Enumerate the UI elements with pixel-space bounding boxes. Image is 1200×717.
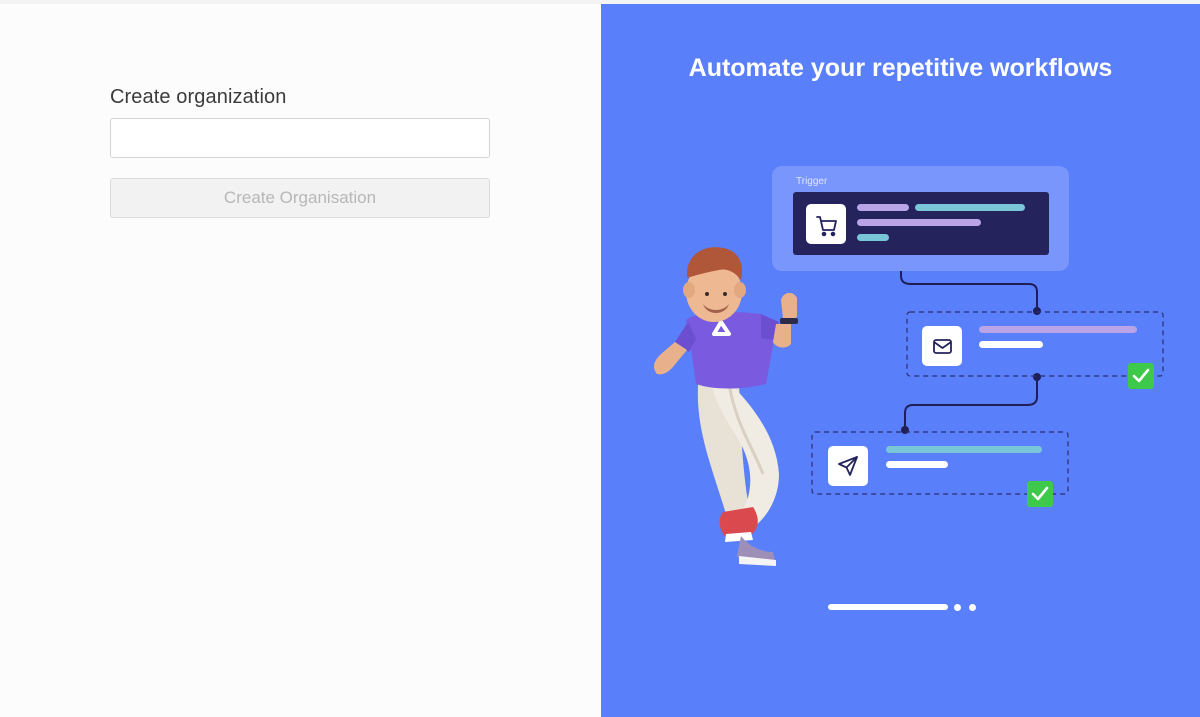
character-illustration — [654, 247, 798, 566]
carousel-dot[interactable] — [954, 604, 961, 611]
carousel-dot[interactable] — [969, 604, 976, 611]
organization-name-input[interactable] — [110, 118, 490, 158]
create-organisation-button[interactable]: Create Organisation — [110, 178, 490, 218]
form-title: Create organization — [110, 86, 287, 108]
trigger-card: Trigger — [772, 166, 1069, 271]
create-organization-panel: Create organization Create Organisation — [0, 4, 601, 717]
promo-panel: Automate your repetitive workflows Trigg… — [601, 4, 1200, 717]
workflow-illustration: Trigger — [654, 166, 1164, 566]
app-frame: Create organization Create Organisation … — [0, 4, 1200, 717]
send-step-card — [811, 431, 1069, 507]
check-icon — [1128, 363, 1154, 389]
carousel-dot-active[interactable] — [828, 604, 948, 610]
check-icon — [1027, 481, 1053, 507]
trigger-label: Trigger — [796, 176, 828, 187]
